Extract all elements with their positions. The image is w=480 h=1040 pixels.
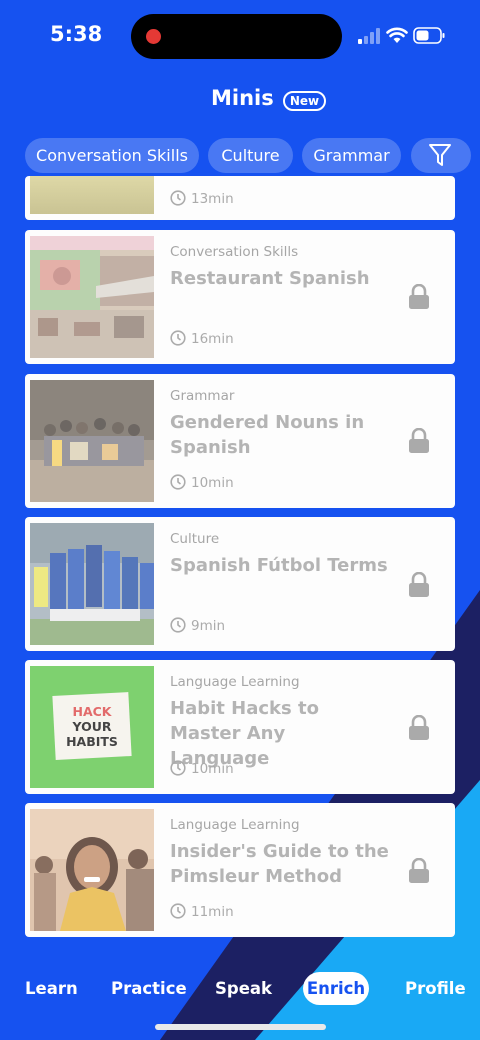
page-title: Minis	[211, 86, 274, 110]
lesson-title: Insider's Guide to the Pimsleur Method	[170, 841, 389, 887]
group-photo	[30, 380, 154, 502]
thumb-text: YOUR	[72, 719, 112, 734]
lesson-category: Conversation Skills	[170, 244, 299, 260]
lesson-card-partial[interactable]: 13min	[25, 176, 455, 220]
status-bar: 5:38	[0, 0, 480, 72]
clock-icon	[170, 617, 186, 633]
lesson-thumbnail	[30, 176, 154, 214]
clock-icon	[170, 903, 186, 919]
lesson-title: Spanish Fútbol Terms	[170, 555, 388, 576]
tab-enrich[interactable]: Enrich	[303, 972, 369, 1005]
status-time: 5:38	[50, 22, 103, 46]
hack-your-habits-photo: HACK YOUR HABITS	[30, 666, 154, 788]
tab-speak[interactable]: Speak	[215, 979, 272, 998]
clock-icon	[170, 330, 186, 346]
tab-profile[interactable]: Profile	[405, 979, 466, 998]
lesson-duration: 9min	[170, 617, 225, 635]
lesson-category: Language Learning	[170, 674, 300, 690]
lesson-duration: 11min	[170, 903, 234, 921]
lock-icon	[409, 858, 429, 883]
lesson-card[interactable]: Culture Spanish Fútbol Terms 9min	[25, 517, 455, 651]
chip-culture[interactable]: Culture	[208, 138, 293, 173]
new-badge: New	[283, 91, 326, 111]
lesson-duration: 13min	[170, 190, 234, 208]
tab-learn[interactable]: Learn	[25, 979, 78, 998]
tab-practice[interactable]: Practice	[111, 979, 187, 998]
category-filter-chips: Conversation Skills Culture Grammar	[0, 138, 480, 174]
lesson-duration: 16min	[170, 330, 234, 348]
lesson-card[interactable]: Conversation Skills Restaurant Spanish 1…	[25, 230, 455, 364]
thumb-text: HACK	[72, 704, 112, 719]
lock-icon	[409, 428, 429, 453]
dynamic-island	[131, 14, 342, 59]
home-indicator[interactable]	[155, 1024, 326, 1030]
lesson-category: Language Learning	[170, 817, 300, 833]
restaurant-photo	[30, 236, 154, 358]
bottom-tab-bar: Learn Practice Speak Enrich Profile	[0, 970, 480, 1010]
lesson-category: Culture	[170, 531, 220, 547]
clock-icon	[170, 760, 186, 776]
wifi-icon	[386, 27, 408, 43]
thumb-text: HABITS	[66, 734, 118, 749]
lesson-duration: 10min	[170, 474, 234, 492]
lesson-duration: 10min	[170, 760, 234, 778]
lesson-card[interactable]: HACK YOUR HABITS Language Learning Habit…	[25, 660, 455, 794]
lesson-card[interactable]: Language Learning Insider's Guide to the…	[25, 803, 455, 937]
lesson-card[interactable]: Grammar Gendered Nouns in Spanish 10min	[25, 374, 455, 508]
clock-icon	[170, 474, 186, 490]
clock-icon	[170, 190, 186, 206]
recording-indicator-icon	[146, 29, 161, 44]
lock-icon	[409, 715, 429, 740]
lock-icon	[409, 284, 429, 309]
chip-conversation-skills[interactable]: Conversation Skills	[25, 138, 199, 173]
lock-icon	[409, 572, 429, 597]
page-header: Minis New	[0, 86, 480, 118]
smiling-woman-photo	[30, 809, 154, 931]
lesson-title: Restaurant Spanish	[170, 268, 370, 289]
cellular-signal-icon	[358, 28, 380, 44]
filter-icon[interactable]	[428, 142, 452, 168]
lesson-title: Gendered Nouns in Spanish	[170, 412, 365, 458]
chip-grammar[interactable]: Grammar	[302, 138, 401, 173]
football-team-photo	[30, 523, 154, 645]
lesson-category: Grammar	[170, 388, 235, 404]
battery-icon	[413, 27, 445, 44]
